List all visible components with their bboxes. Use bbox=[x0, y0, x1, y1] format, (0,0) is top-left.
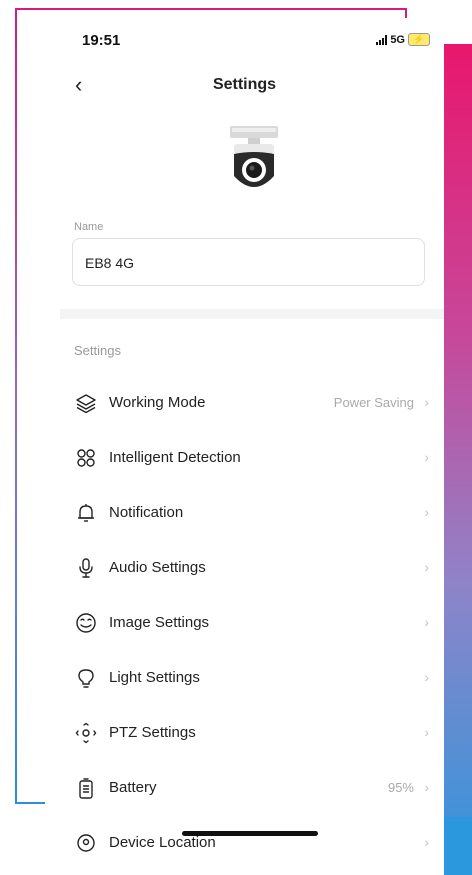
row-intelligent-detection[interactable]: Intelligent Detection › bbox=[45, 431, 444, 486]
lightbulb-icon bbox=[78, 669, 94, 688]
decor-line-top bbox=[15, 8, 407, 10]
layers-icon bbox=[76, 394, 96, 414]
row-battery[interactable]: Battery 95% › bbox=[45, 761, 444, 816]
name-label: Name bbox=[74, 221, 104, 233]
row-value: Power Saving bbox=[333, 395, 414, 410]
chevron-right-icon: › bbox=[424, 449, 429, 465]
phone-screen: 19:51 5G ⚡ ‹ Settings Name EB8 4G Settin… bbox=[45, 18, 444, 875]
ptz-icon bbox=[75, 722, 97, 744]
name-input[interactable]: EB8 4G bbox=[72, 238, 425, 286]
microphone-icon bbox=[79, 558, 93, 578]
camera-image bbox=[230, 126, 278, 187]
row-label: Light Settings bbox=[109, 669, 200, 686]
row-label: PTZ Settings bbox=[109, 724, 196, 741]
status-time: 19:51 bbox=[82, 32, 121, 49]
network-label: 5G bbox=[390, 33, 405, 46]
chevron-right-icon: › bbox=[424, 504, 429, 520]
row-label: Image Settings bbox=[109, 614, 210, 631]
section-divider bbox=[60, 309, 444, 319]
row-label: Device Location bbox=[109, 834, 216, 851]
chevron-right-icon: › bbox=[424, 779, 429, 795]
row-label: Working Mode bbox=[109, 394, 206, 411]
row-label: Intelligent Detection bbox=[109, 449, 241, 466]
chevron-right-icon: › bbox=[424, 559, 429, 575]
section-title: Settings bbox=[74, 343, 121, 358]
nav-bar: ‹ Settings bbox=[45, 70, 444, 102]
row-working-mode[interactable]: Working Mode Power Saving › bbox=[45, 376, 444, 431]
decor-line-right bbox=[405, 8, 407, 18]
location-icon bbox=[77, 834, 95, 852]
battery-icon bbox=[79, 778, 93, 799]
row-light-settings[interactable]: Light Settings › bbox=[45, 651, 444, 706]
chevron-right-icon: › bbox=[424, 724, 429, 740]
row-notification[interactable]: Notification › bbox=[45, 486, 444, 541]
row-device-location[interactable]: Device Location › bbox=[45, 816, 444, 871]
status-right: 5G ⚡ bbox=[376, 33, 430, 46]
row-value: 95% bbox=[387, 780, 414, 795]
row-label: Battery bbox=[109, 779, 157, 796]
battery-status-icon: ⚡ bbox=[408, 33, 430, 46]
home-indicator[interactable] bbox=[182, 831, 318, 836]
signal-icon bbox=[376, 34, 388, 45]
detection-icon bbox=[77, 449, 95, 467]
page-title: Settings bbox=[212, 76, 277, 93]
chevron-right-icon: › bbox=[424, 669, 429, 685]
row-ptz-settings[interactable]: PTZ Settings › bbox=[45, 706, 444, 761]
chevron-right-icon: › bbox=[424, 394, 429, 410]
name-value: EB8 4G bbox=[85, 255, 135, 271]
chevron-right-icon: › bbox=[424, 834, 429, 850]
row-audio-settings[interactable]: Audio Settings › bbox=[45, 541, 444, 596]
bell-icon bbox=[78, 504, 94, 522]
row-label: Audio Settings bbox=[109, 559, 206, 576]
image-face-icon bbox=[76, 613, 96, 633]
status-bar: 19:51 5G ⚡ bbox=[45, 18, 444, 58]
decor-line-left bbox=[15, 8, 17, 804]
chevron-right-icon: › bbox=[424, 614, 429, 630]
row-image-settings[interactable]: Image Settings › bbox=[45, 596, 444, 651]
row-label: Notification bbox=[109, 504, 184, 521]
